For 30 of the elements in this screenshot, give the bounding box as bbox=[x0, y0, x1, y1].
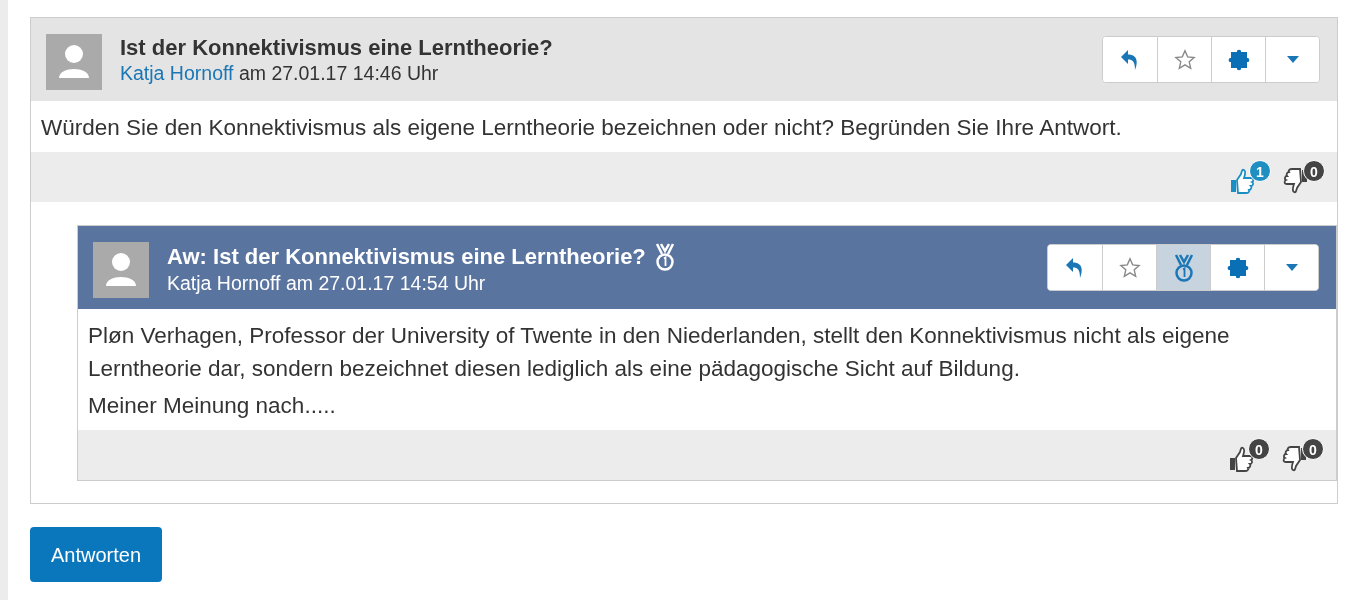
best-answer-button[interactable] bbox=[1156, 245, 1210, 290]
reply-icon bbox=[1065, 256, 1085, 279]
dislike-button[interactable]: 0 bbox=[1282, 438, 1324, 472]
post-title: Aw: Ist der Konnektivismus eine Lerntheorie? bbox=[167, 244, 646, 270]
caret-icon bbox=[1286, 56, 1299, 63]
like-button[interactable]: 0 bbox=[1228, 438, 1270, 472]
post-text: Pløn Verhagen, Professor der University of Twente in den Niederlanden, stellt den Konnektivismus nicht als eigene Lerntheorie dar, sondern bezeichnet diesen lediglich als eine pädagogische Sicht auf Bildung. bbox=[88, 322, 1231, 383]
answer-button[interactable]: Antworten bbox=[30, 527, 163, 582]
count-badge: 1 bbox=[1249, 160, 1271, 182]
medal-icon bbox=[1172, 253, 1195, 282]
count-badge: 0 bbox=[1303, 160, 1325, 182]
post-title: Ist der Konnektivismus eine Lerntheorie? bbox=[120, 35, 553, 61]
post-text: Würden Sie den Konnektivismus als eigene Lerntheorie bezeichnen oder nicht? Begründen Sie Ihre Antwort. bbox=[41, 114, 1123, 142]
thumbs-up-icon bbox=[1229, 168, 1255, 194]
thumbs-down-icon bbox=[1282, 446, 1308, 472]
post-text: Meiner Meinung nach..... bbox=[88, 392, 337, 420]
post-date: am 27.01.17 14:46 Uhr bbox=[238, 62, 439, 84]
count-badge: 0 bbox=[1302, 438, 1324, 460]
author-link[interactable]: Katja Hornoff bbox=[120, 62, 234, 84]
dislike-button[interactable]: 0 bbox=[1283, 160, 1325, 194]
author-link[interactable]: Katja Hornoff bbox=[167, 272, 281, 294]
count-badge: 0 bbox=[1248, 438, 1270, 460]
caret-icon bbox=[1285, 264, 1298, 271]
thumbs-down-icon bbox=[1283, 168, 1309, 194]
star-icon bbox=[1118, 256, 1141, 279]
post-date: am 27.01.17 14:54 Uhr bbox=[285, 272, 486, 294]
star-icon bbox=[1173, 48, 1196, 71]
reply-icon bbox=[1120, 48, 1140, 71]
like-button[interactable]: 1 bbox=[1229, 160, 1271, 194]
thumbs-up-icon bbox=[1228, 446, 1254, 472]
